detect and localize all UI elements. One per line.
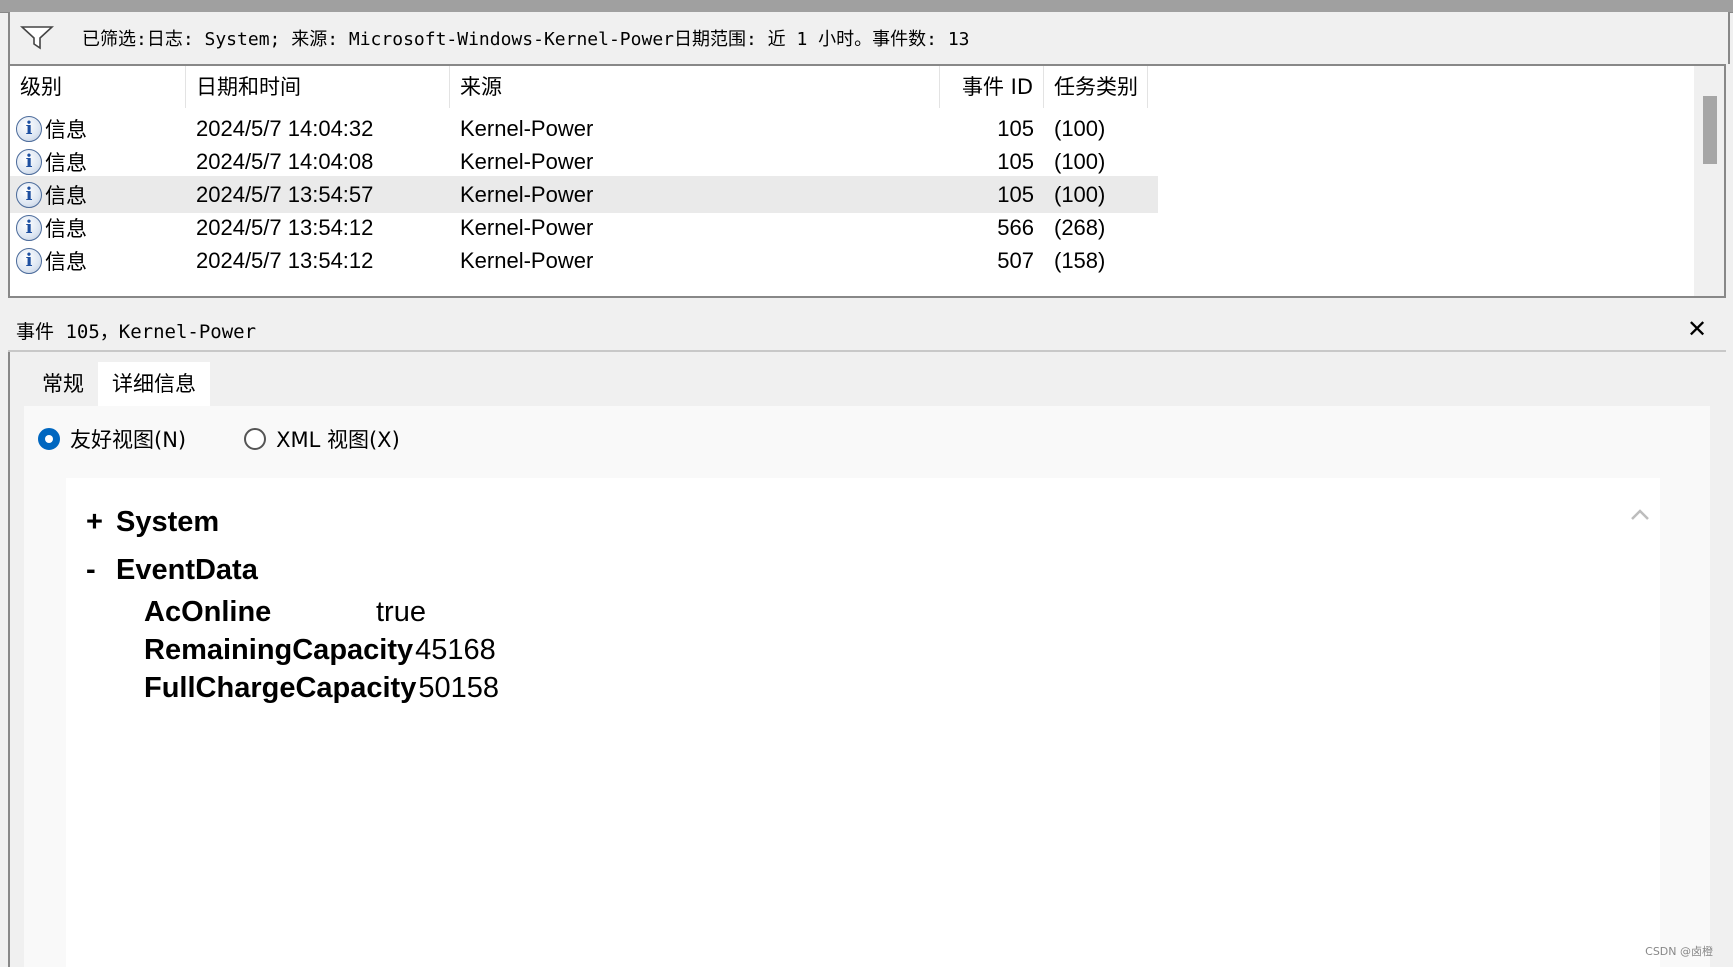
table-row[interactable]: i 信息 2024/5/7 14:04:32 Kernel-Power 105 (… — [10, 110, 1158, 147]
tab-general[interactable]: 常规 — [28, 362, 98, 406]
tab-details[interactable]: 详细信息 — [98, 362, 210, 406]
field-key: AcOnline — [144, 596, 272, 628]
tree-node-eventdata[interactable]: - EventData — [86, 554, 258, 587]
level-cell: 信息 — [45, 117, 87, 142]
filter-summary: 已筛选:日志: System; 来源: Microsoft-Windows-Ke… — [82, 29, 970, 50]
close-icon[interactable]: ✕ — [1682, 314, 1712, 344]
info-icon: i — [16, 115, 42, 142]
field-aconline: AcOnline true — [144, 596, 426, 629]
field-value: true — [376, 596, 426, 628]
watermark: CSDN @卤橙 — [1645, 945, 1713, 958]
list-scrollbar[interactable] — [1694, 66, 1724, 296]
source-cell: Kernel-Power — [460, 148, 594, 174]
source-cell: Kernel-Power — [460, 181, 594, 207]
datetime-cell: 2024/5/7 14:04:32 — [196, 115, 374, 141]
event-list[interactable]: 级别 日期和时间 来源 事件 ID 任务类别 i 信息 2024/5/7 14:0… — [8, 64, 1726, 298]
column-header-datetime[interactable]: 日期和时间 — [186, 66, 450, 108]
datetime-cell: 2024/5/7 14:04:08 — [196, 148, 374, 174]
column-header-level[interactable]: 级别 — [10, 66, 186, 108]
source-cell: Kernel-Power — [460, 247, 594, 273]
task-cell: (100) — [1054, 181, 1106, 207]
info-icon: i — [16, 181, 42, 208]
event-id-cell: 566 — [997, 214, 1034, 240]
detail-tabs: 常规 详细信息 — [28, 362, 210, 406]
event-data-view: + System - EventData AcOnline true Remai… — [66, 478, 1660, 967]
radio-selected-icon[interactable] — [38, 428, 60, 450]
column-header-task-category[interactable]: 任务类别 — [1044, 66, 1148, 108]
xml-view-label: XML 视图(X) — [276, 428, 400, 452]
info-icon: i — [16, 148, 42, 175]
level-cell: 信息 — [45, 216, 87, 241]
filter-icon — [20, 26, 54, 50]
eventdata-label: EventData — [116, 554, 258, 586]
event-id-cell: 507 — [997, 247, 1034, 273]
column-header-event-id[interactable]: 事件 ID — [940, 66, 1044, 108]
collapse-icon[interactable]: - — [86, 554, 116, 587]
xml-view-radio[interactable]: XML 视图(X) — [244, 424, 400, 454]
expand-icon[interactable]: + — [86, 506, 116, 539]
event-id-cell: 105 — [997, 115, 1034, 141]
list-header: 级别 日期和时间 来源 事件 ID 任务类别 — [10, 66, 1158, 108]
details-tab-panel: 友好视图(N) XML 视图(X) + System - EventData A… — [24, 406, 1710, 967]
radio-unselected-icon[interactable] — [244, 428, 267, 450]
field-key: RemainingCapacity — [144, 634, 414, 666]
event-id-cell: 105 — [997, 148, 1034, 174]
field-value: 45168 — [415, 634, 496, 666]
view-mode-radios: 友好视图(N) XML 视图(X) — [38, 424, 458, 454]
detail-pane: 常规 详细信息 友好视图(N) XML 视图(X) + System - Eve… — [8, 352, 1726, 967]
datetime-cell: 2024/5/7 13:54:12 — [196, 214, 374, 240]
table-row[interactable]: i 信息 2024/5/7 14:04:08 Kernel-Power 105 (… — [10, 143, 1158, 180]
field-remaining-capacity: RemainingCapacity 45168 — [144, 634, 496, 667]
field-key: FullChargeCapacity — [144, 672, 417, 704]
task-cell: (100) — [1054, 148, 1106, 174]
event-id-cell: 105 — [997, 181, 1034, 207]
info-icon: i — [16, 214, 42, 241]
table-row[interactable]: i 信息 2024/5/7 13:54:12 Kernel-Power 566 (… — [10, 209, 1158, 246]
friendly-view-label: 友好视图(N) — [70, 428, 187, 452]
detail-title: 事件 105，Kernel-Power — [16, 320, 257, 343]
scroll-up-icon[interactable] — [1630, 502, 1650, 522]
system-label: System — [116, 506, 220, 538]
detail-header: 事件 105，Kernel-Power ✕ — [8, 310, 1726, 352]
task-cell: (100) — [1054, 115, 1106, 141]
datetime-cell: 2024/5/7 13:54:57 — [196, 181, 374, 207]
source-cell: Kernel-Power — [460, 115, 594, 141]
friendly-view-radio[interactable]: 友好视图(N) — [38, 424, 186, 454]
level-cell: 信息 — [45, 249, 87, 274]
level-cell: 信息 — [45, 183, 87, 208]
field-full-charge-capacity: FullChargeCapacity 50158 — [144, 672, 499, 705]
list-scrollbar-thumb[interactable] — [1703, 96, 1717, 164]
source-cell: Kernel-Power — [460, 214, 594, 240]
filter-bar: 已筛选:日志: System; 来源: Microsoft-Windows-Ke… — [8, 12, 1730, 64]
table-row-selected[interactable]: i 信息 2024/5/7 13:54:57 Kernel-Power 105 (… — [10, 176, 1158, 213]
level-cell: 信息 — [45, 150, 87, 175]
table-row[interactable]: i 信息 2024/5/7 13:54:12 Kernel-Power 507 (… — [10, 242, 1158, 279]
datetime-cell: 2024/5/7 13:54:12 — [196, 247, 374, 273]
tree-node-system[interactable]: + System — [86, 506, 219, 539]
task-cell: (268) — [1054, 214, 1106, 240]
info-icon: i — [16, 247, 42, 274]
column-header-source[interactable]: 来源 — [450, 66, 940, 108]
task-cell: (158) — [1054, 247, 1106, 273]
field-value: 50158 — [418, 672, 499, 704]
